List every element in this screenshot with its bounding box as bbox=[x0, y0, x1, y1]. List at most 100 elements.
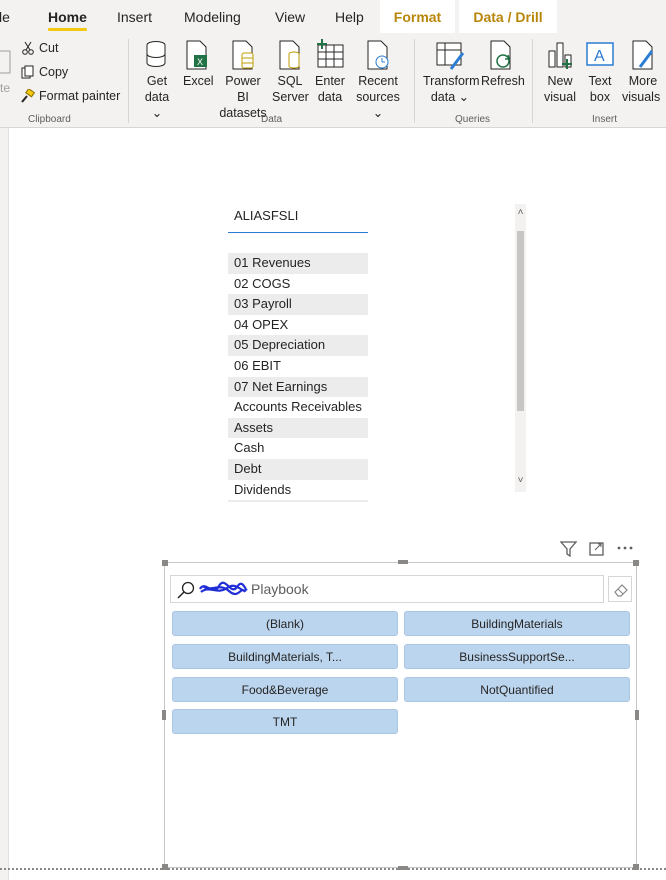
power-bi-datasets-button[interactable]: Power BI datasets bbox=[218, 39, 268, 121]
resize-handle[interactable] bbox=[635, 710, 639, 720]
resize-handle[interactable] bbox=[162, 560, 168, 566]
slicer-visual[interactable]: Playbook (Blank) BuildingMaterials Build… bbox=[162, 560, 639, 870]
scroll-down-arrow-icon[interactable]: ˅ bbox=[515, 474, 526, 488]
scroll-up-arrow-icon[interactable]: ˄ bbox=[515, 206, 526, 220]
table-row[interactable]: 04 OPEX bbox=[228, 315, 368, 336]
slicer-chip[interactable]: BusinessSupportSe... bbox=[404, 644, 630, 669]
format-painter-button[interactable]: Format painter bbox=[21, 89, 120, 103]
recent-label-2: sources ⌄ bbox=[356, 90, 400, 120]
enter-data-label-2: data bbox=[317, 90, 343, 104]
new-visual-label-1: New bbox=[547, 74, 573, 88]
cut-button[interactable]: Cut bbox=[21, 41, 58, 55]
recent-sources-icon bbox=[367, 40, 389, 70]
paintbrush-icon bbox=[21, 89, 35, 103]
more-visuals-button[interactable]: More visuals ⌄ bbox=[620, 39, 666, 105]
paste-icon bbox=[0, 50, 11, 74]
resize-handle[interactable] bbox=[162, 710, 166, 720]
filter-icon[interactable] bbox=[560, 541, 578, 557]
get-data-button[interactable]: Get data ⌄ bbox=[140, 39, 174, 121]
power-bi-label-1: Power BI bbox=[225, 74, 261, 104]
table-row[interactable]: 05 Depreciation bbox=[228, 335, 368, 356]
excel-label: Excel bbox=[183, 74, 214, 88]
table-row[interactable]: 06 EBIT bbox=[228, 356, 368, 377]
new-visual-label-2: visual bbox=[544, 90, 576, 104]
table-row[interactable]: Accounts Receivables bbox=[228, 397, 368, 418]
insert-group-label: Insert bbox=[592, 114, 618, 125]
column-header[interactable]: ALIASFSLI bbox=[228, 206, 368, 233]
new-visual-button[interactable]: New visual bbox=[541, 39, 579, 105]
format-painter-label: Format painter bbox=[39, 89, 121, 103]
text-box-icon: A bbox=[586, 42, 614, 66]
transform-data-icon bbox=[436, 42, 465, 70]
slicer-search-box[interactable]: Playbook bbox=[170, 575, 604, 603]
refresh-button[interactable]: Refresh bbox=[481, 39, 525, 89]
tab-home[interactable]: Home bbox=[48, 0, 87, 33]
table-row[interactable]: 01 Revenues bbox=[228, 253, 368, 274]
table-grid-icon bbox=[317, 39, 344, 68]
vertical-scrollbar[interactable]: ˄ ˅ bbox=[515, 204, 526, 492]
sql-label-2: Server bbox=[272, 90, 309, 104]
sql-server-icon bbox=[279, 40, 300, 70]
tab-help[interactable]: Help bbox=[335, 0, 364, 33]
scrollbar-thumb[interactable] bbox=[517, 231, 524, 411]
table-row[interactable]: Debt bbox=[228, 458, 368, 480]
copy-icon bbox=[21, 65, 34, 79]
tab-insert[interactable]: Insert bbox=[117, 0, 152, 33]
recent-sources-button[interactable]: Recent sources ⌄ bbox=[351, 39, 405, 121]
tab-data-drill[interactable]: Data / Drill bbox=[459, 0, 557, 33]
search-text: Playbook bbox=[251, 581, 309, 597]
ribbon: te Cut Copy Format painter Clipboard Get… bbox=[0, 33, 666, 128]
sql-server-button[interactable]: SQL Server bbox=[272, 39, 309, 105]
cut-label: Cut bbox=[39, 41, 59, 55]
paste-button[interactable]: te bbox=[0, 39, 12, 99]
tab-format[interactable]: Format bbox=[380, 0, 455, 33]
table-row[interactable]: 07 Net Earnings bbox=[228, 376, 368, 398]
visual-header bbox=[560, 540, 640, 558]
table-row[interactable]: 03 Payroll bbox=[228, 294, 368, 315]
table-row[interactable]: 02 COGS bbox=[228, 274, 368, 295]
left-pane-edge bbox=[0, 128, 9, 880]
more-visuals-label-1: More bbox=[628, 74, 658, 88]
slicer-chip[interactable]: (Blank) bbox=[172, 611, 398, 636]
focus-mode-icon[interactable] bbox=[589, 542, 605, 556]
more-options-icon[interactable] bbox=[616, 542, 634, 554]
enter-data-button[interactable]: Enter data bbox=[313, 39, 347, 105]
eraser-icon bbox=[614, 584, 628, 597]
tab-file[interactable]: le bbox=[0, 0, 10, 33]
enter-data-label-1: Enter bbox=[315, 74, 345, 88]
data-group-label: Data bbox=[261, 114, 283, 125]
table-row[interactable]: Assets bbox=[228, 417, 368, 439]
ribbon-tab-strip: le Home Insert Modeling View Help Format… bbox=[0, 0, 666, 33]
resize-handle[interactable] bbox=[398, 560, 408, 564]
copy-button[interactable]: Copy bbox=[21, 65, 68, 79]
slicer-chip[interactable]: NotQuantified bbox=[404, 677, 630, 702]
paste-label: te bbox=[0, 81, 11, 95]
refresh-icon bbox=[490, 40, 511, 70]
ribbon-separator bbox=[414, 39, 415, 123]
table-visual[interactable]: ALIASFSLI 01 Revenues 02 COGS 03 Payroll… bbox=[228, 200, 528, 502]
slicer-chip[interactable]: Food&Beverage bbox=[172, 677, 398, 702]
clear-selections-button[interactable] bbox=[608, 576, 632, 602]
table-row-partial[interactable] bbox=[228, 500, 368, 502]
text-box-button[interactable]: A Text box bbox=[585, 39, 615, 105]
search-icon bbox=[177, 581, 195, 599]
copy-label: Copy bbox=[39, 65, 69, 79]
table-row[interactable]: Cash bbox=[228, 438, 368, 459]
redaction-scribble bbox=[199, 581, 248, 596]
excel-button[interactable]: X Excel bbox=[183, 39, 214, 89]
tab-modeling[interactable]: Modeling bbox=[184, 0, 241, 33]
queries-group-label: Queries bbox=[455, 114, 491, 125]
refresh-label: Refresh bbox=[481, 74, 525, 88]
table-rows: 01 Revenues 02 COGS 03 Payroll 04 OPEX 0… bbox=[228, 253, 368, 502]
page-boundary bbox=[0, 868, 666, 870]
slicer-chip[interactable]: TMT bbox=[172, 709, 398, 734]
table-row[interactable]: Dividends bbox=[228, 480, 368, 501]
slicer-chip[interactable]: BuildingMaterials, T... bbox=[172, 644, 398, 669]
tab-view[interactable]: View bbox=[275, 0, 305, 33]
transform-data-button[interactable]: Transform data ⌄ bbox=[423, 39, 480, 105]
resize-handle[interactable] bbox=[633, 560, 639, 566]
slicer-chip[interactable]: BuildingMaterials bbox=[404, 611, 630, 636]
clipboard-group-label: Clipboard bbox=[28, 114, 71, 125]
sql-label-1: SQL bbox=[277, 74, 303, 88]
more-visuals-icon bbox=[632, 40, 654, 70]
